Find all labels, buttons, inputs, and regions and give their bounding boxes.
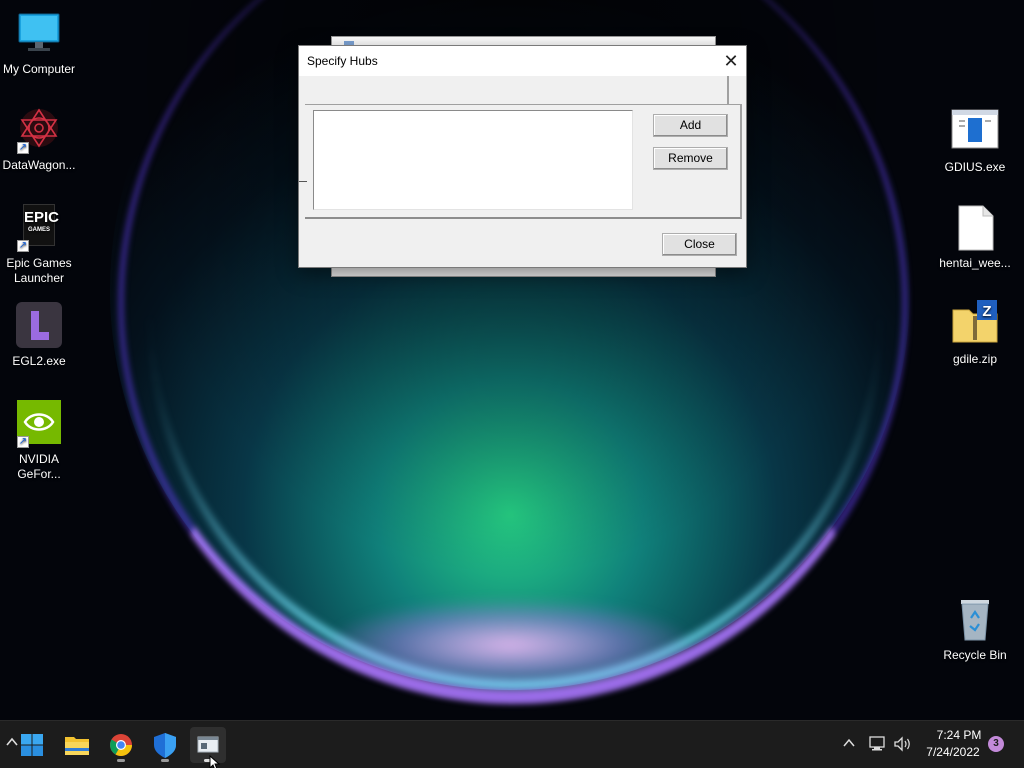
desktop-icon-label: EGL2.exe bbox=[12, 354, 66, 368]
dialog-title: Specify Hubs bbox=[307, 54, 378, 68]
desktop-icon-gdius[interactable]: GDIUS.exe bbox=[936, 108, 1014, 175]
nvidia-icon: ↗ bbox=[15, 400, 63, 448]
start-button[interactable] bbox=[14, 727, 50, 763]
svg-text:Z: Z bbox=[982, 303, 991, 320]
monitor-icon bbox=[15, 10, 63, 58]
exe-window-icon bbox=[951, 108, 999, 156]
volume-icon[interactable] bbox=[893, 735, 913, 758]
clock-time[interactable]: 7:24 PM bbox=[920, 728, 998, 742]
folder-icon bbox=[65, 737, 89, 755]
shortcut-arrow-icon: ↗ bbox=[17, 142, 29, 154]
clock-date[interactable]: 7/24/2022 bbox=[920, 745, 986, 759]
desktop-icon-gdile-zip[interactable]: Z gdile.zip bbox=[936, 300, 1014, 367]
specify-hubs-dialog: Specify Hubs ✕ Add Remove Close bbox=[298, 45, 747, 268]
running-indicator bbox=[117, 759, 125, 762]
desktop-icon-label: My Computer bbox=[2, 62, 76, 76]
group-frame-tick bbox=[299, 181, 307, 182]
recycle-bin-icon bbox=[951, 596, 999, 644]
egl2-icon bbox=[15, 302, 63, 350]
dialog-titlebar[interactable]: Specify Hubs ✕ bbox=[299, 46, 746, 76]
running-indicator bbox=[161, 759, 169, 762]
windows-start-icon bbox=[21, 734, 43, 756]
desktop-icon-nvidia[interactable]: ↗ NVIDIA GeFor... bbox=[0, 400, 78, 482]
close-button[interactable]: Close bbox=[662, 233, 737, 256]
group-frame-edge bbox=[727, 76, 729, 104]
tray-overflow-chevron-icon[interactable] bbox=[842, 736, 856, 755]
network-icon[interactable] bbox=[868, 735, 888, 758]
desktop-icon-recycle-bin[interactable]: Recycle Bin bbox=[936, 596, 1014, 663]
remove-button[interactable]: Remove bbox=[653, 147, 728, 170]
desktop-icon-label: hentai_wee... bbox=[939, 256, 1011, 270]
chrome-icon bbox=[110, 734, 132, 756]
epic-games-icon: EPIC GAMES ↗ bbox=[15, 204, 63, 252]
desktop-icon-label: Recycle Bin bbox=[943, 648, 1007, 662]
desktop-icon-label: NVIDIA GeFor... bbox=[17, 452, 61, 481]
desktop-icon-egl2[interactable]: EGL2.exe bbox=[0, 302, 78, 369]
chrome-button[interactable] bbox=[103, 727, 139, 763]
windows-security-button[interactable] bbox=[147, 727, 183, 763]
shortcut-arrow-icon: ↗ bbox=[17, 240, 29, 252]
desktop-icon-label: gdile.zip bbox=[952, 352, 998, 366]
dialog-close-icon[interactable]: ✕ bbox=[716, 46, 746, 76]
desktop-icon-label: GDIUS.exe bbox=[944, 160, 1006, 174]
hubs-listbox[interactable] bbox=[313, 110, 633, 210]
taskbar: 7:24 PM 7/24/2022 3 bbox=[0, 720, 1024, 768]
blank-file-icon bbox=[951, 204, 999, 252]
datawagon-icon: ↗ bbox=[15, 106, 63, 154]
zip-folder-icon: Z bbox=[951, 300, 999, 348]
desktop-icon-my-computer[interactable]: My Computer bbox=[0, 10, 78, 77]
shortcut-arrow-icon: ↗ bbox=[17, 436, 29, 448]
notification-badge[interactable]: 3 bbox=[988, 736, 1004, 752]
desktop-icon-hentai-wee[interactable]: hentai_wee... bbox=[936, 204, 1014, 271]
desktop-icon-label: Epic Games Launcher bbox=[6, 256, 72, 285]
add-button[interactable]: Add bbox=[653, 114, 728, 137]
desktop-icon-label: DataWagon... bbox=[2, 158, 76, 172]
desktop-icon-datawagon[interactable]: ↗ DataWagon... bbox=[0, 106, 78, 173]
shield-icon bbox=[154, 733, 176, 758]
desktop-icon-epic-games[interactable]: EPIC GAMES ↗ Epic Games Launcher bbox=[0, 204, 78, 286]
file-explorer-button[interactable] bbox=[59, 727, 95, 763]
mouse-cursor-icon bbox=[209, 755, 221, 768]
